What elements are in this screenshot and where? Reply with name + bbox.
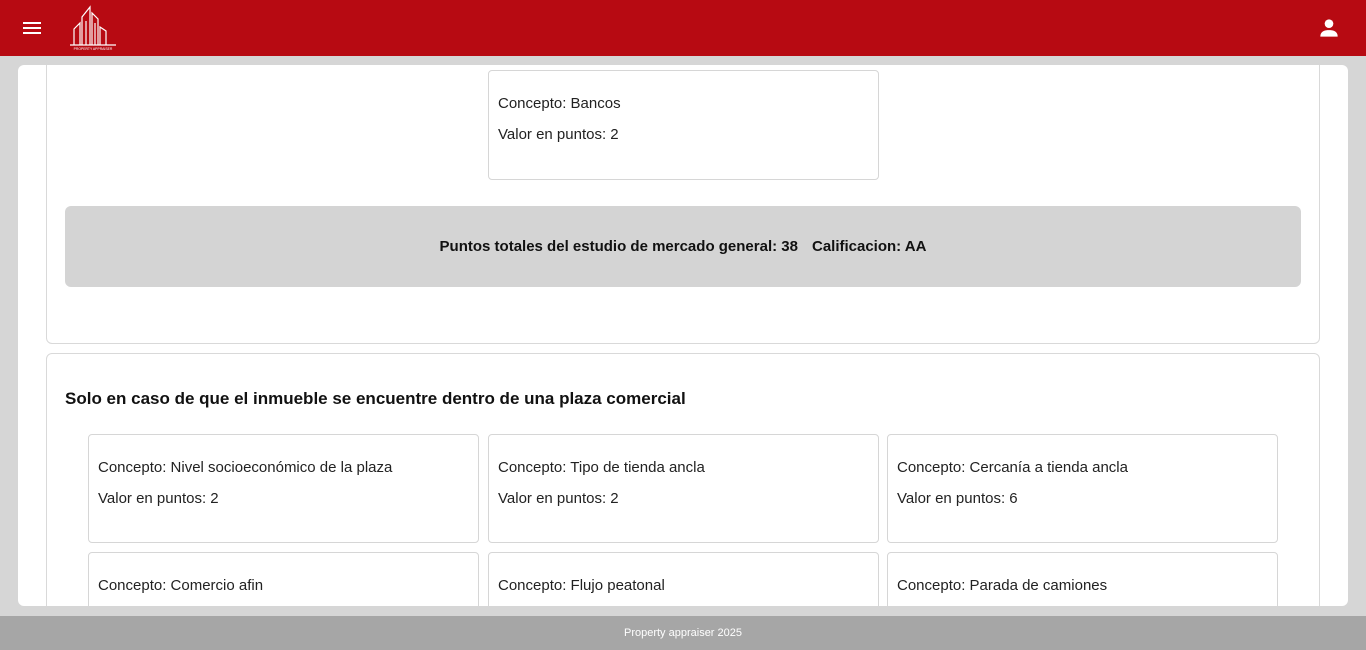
market-study-totals: Puntos totales del estudio de mercado ge… <box>65 206 1301 287</box>
person-icon[interactable] <box>1316 15 1342 41</box>
points-value: Valor en puntos: 2 <box>498 126 619 143</box>
concept-label: Concepto: Cercanía a tienda ancla <box>897 459 1128 476</box>
concept-label: Concepto: Bancos <box>498 95 621 112</box>
concept-card: Concepto: Cercanía a tienda ancla Valor … <box>887 434 1278 543</box>
footer-text: Property appraiser 2025 <box>623 627 742 639</box>
points-value: Valor en puntos: 2 <box>98 490 219 507</box>
concept-label: Concepto: Tipo de tienda ancla <box>498 459 705 476</box>
market-study-section: Concepto: Bancos Valor en puntos: 2 Punt… <box>46 65 1320 344</box>
concept-card: Concepto: Comercio afin <box>88 552 479 606</box>
concept-card-bancos: Concepto: Bancos Valor en puntos: 2 <box>488 70 879 180</box>
plaza-comercial-section: Solo en caso de que el inmueble se encue… <box>46 353 1320 606</box>
points-value: Valor en puntos: 2 <box>498 490 619 507</box>
concept-label: Concepto: Comercio afin <box>98 577 264 594</box>
concept-card: Concepto: Tipo de tienda ancla Valor en … <box>488 434 879 543</box>
concept-card: Concepto: Nivel socioeconómico de la pla… <box>88 434 479 543</box>
menu-icon[interactable] <box>20 16 44 40</box>
concept-card: Concepto: Parada de camiones <box>887 552 1278 606</box>
top-app-bar: PROPERTY APPRAISER <box>0 0 1366 56</box>
svg-text:PROPERTY APPRAISER: PROPERTY APPRAISER <box>74 47 113 51</box>
concept-label: Concepto: Nivel socioeconómico de la pla… <box>98 459 393 476</box>
concept-label: Concepto: Flujo peatonal <box>498 577 665 594</box>
section-title: Solo en caso de que el inmueble se encue… <box>65 389 686 408</box>
concept-label: Concepto: Parada de camiones <box>897 577 1108 594</box>
footer: Property appraiser 2025 <box>0 616 1366 650</box>
property-appraiser-logo[interactable]: PROPERTY APPRAISER <box>66 3 120 51</box>
points-value: Valor en puntos: 6 <box>897 490 1018 507</box>
rating-label: Calificacion: AA <box>811 238 927 255</box>
concept-card: Concepto: Flujo peatonal <box>488 552 879 606</box>
total-points-label: Puntos totales del estudio de mercado ge… <box>439 238 798 255</box>
main-content-panel: Concepto: Bancos Valor en puntos: 2 Punt… <box>18 65 1348 606</box>
